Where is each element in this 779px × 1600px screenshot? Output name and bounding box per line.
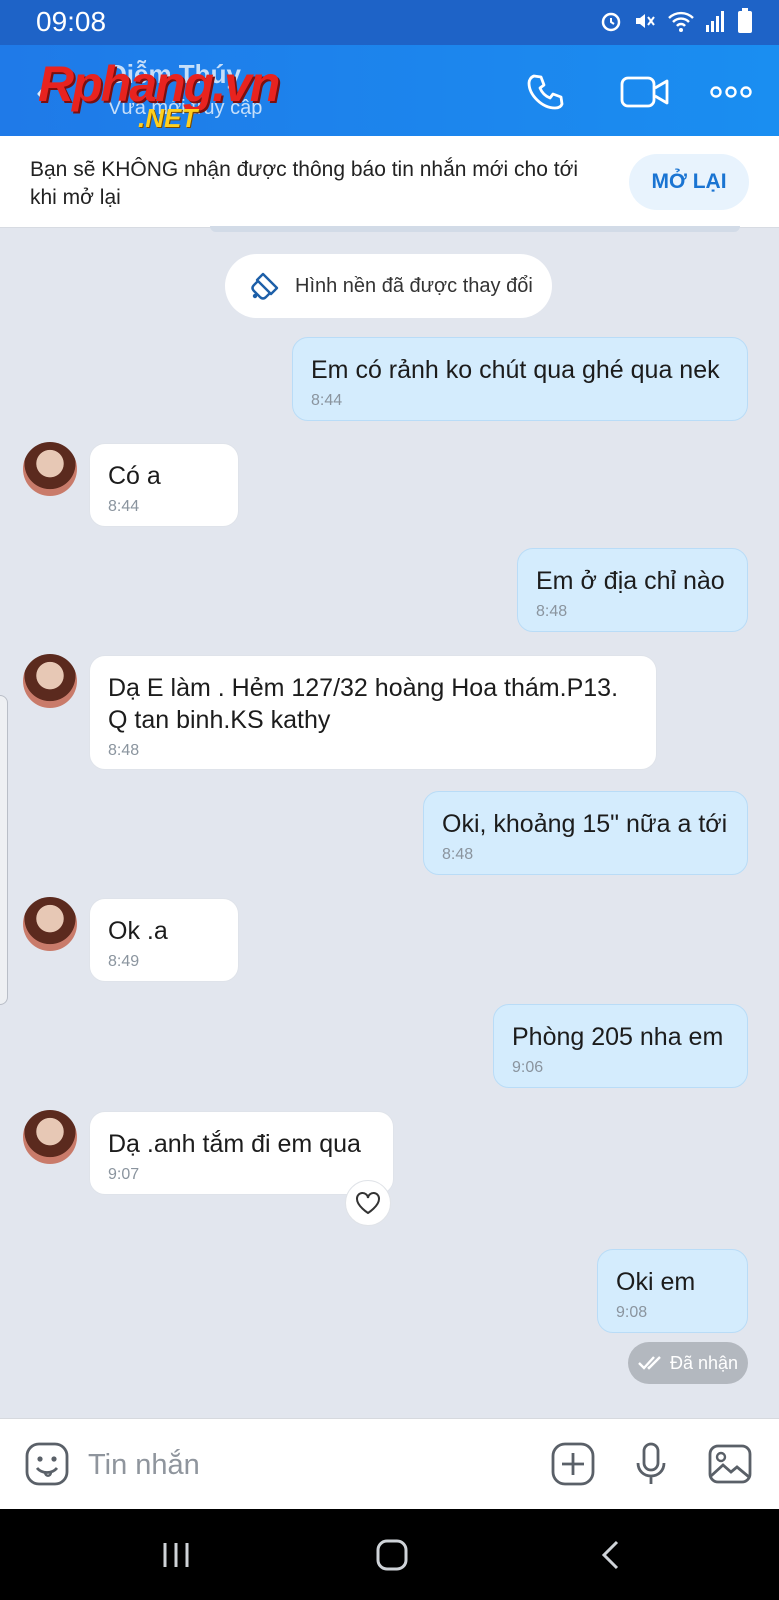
message-input[interactable] [86,1441,510,1489]
emoji-icon [25,1442,69,1486]
microphone-icon [636,1442,666,1484]
gallery-button[interactable] [707,1441,753,1487]
message-incoming[interactable]: Dạ E làm . Hẻm 127/32 hoàng Hoa thám.P13… [89,655,657,770]
message-time: 9:06 [512,1059,544,1076]
message-time: 8:48 [108,742,140,759]
message-time: 8:48 [536,603,568,620]
back-nav-button[interactable] [580,1535,640,1575]
sticker-button[interactable] [24,1441,70,1487]
message-text: Dạ E làm . Hẻm 127/32 hoàng Hoa thám.P13… [108,674,619,734]
delivery-status-text: Đã nhận [669,1352,739,1373]
message-text: Em có rảnh ko chút qua ghé qua nek [311,356,720,384]
contact-avatar[interactable] [23,442,77,496]
message-time: 8:48 [442,846,474,863]
message-incoming[interactable]: Dạ .anh tắm đi em qua 9:07 [89,1111,394,1195]
phone-icon [527,74,564,110]
message-outgoing[interactable]: Oki, khoảng 15" nữa a tới 8:48 [423,791,748,875]
message-outgoing[interactable]: Phòng 205 nha em 9:06 [493,1004,748,1088]
message-outgoing[interactable]: Em ở địa chỉ nào 8:48 [517,548,748,632]
system-message: Hình nền đã được thay đổi [225,254,552,318]
recent-apps-button[interactable] [146,1535,206,1575]
message-incoming[interactable]: Có a 8:44 [89,443,239,527]
double-check-icon [638,1356,661,1370]
message-time: 9:08 [616,1304,648,1321]
message-time: 9:07 [108,1166,140,1183]
battery-icon [738,8,752,33]
message-incoming[interactable]: Ok .a 8:49 [89,898,239,982]
system-nav-bar [0,1509,779,1600]
phone-button[interactable] [520,67,570,117]
scroll-shade [210,226,740,232]
message-composer [0,1418,779,1510]
plus-icon [551,1442,595,1486]
contact-avatar[interactable] [23,897,77,951]
home-button[interactable] [362,1535,422,1575]
add-button[interactable] [550,1441,596,1487]
heart-icon [356,1192,380,1215]
alarm-icon [601,12,621,32]
mute-notice: Bạn sẽ KHÔNG nhận được thông báo tin nhắ… [0,136,779,228]
more-button[interactable] [708,67,754,117]
voice-button[interactable] [628,1441,674,1487]
contact-avatar[interactable] [23,1110,77,1164]
home-icon [376,1539,408,1571]
message-text: Em ở địa chỉ nào [536,567,725,595]
message-text: Oki em [616,1268,696,1296]
video-call-button[interactable] [618,67,672,117]
message-text: Phòng 205 nha em [512,1023,724,1051]
message-time: 8:44 [108,498,140,515]
recent-apps-icon [163,1543,189,1567]
side-drawer-handle[interactable] [0,695,8,1005]
mute-notice-text: Bạn sẽ KHÔNG nhận được thông báo tin nhắ… [30,158,578,209]
message-time: 8:44 [311,392,343,409]
video-call-icon [620,76,669,108]
mute-icon [636,14,655,28]
message-text: Có a [108,462,161,490]
back-nav-icon [601,1540,619,1570]
status-icons [599,8,753,34]
message-text: Ok .a [108,917,168,945]
wifi-icon [668,11,694,32]
watermark-suffix: .NET [138,103,198,133]
reopen-button[interactable]: MỞ LẠI [629,154,749,210]
contact-avatar[interactable] [23,654,77,708]
chat-header: ‹ Diễm Thúy Vừa mới truy cập Rphang.vn .… [0,45,779,136]
status-time: 09:08 [36,6,107,37]
status-bar: 09:08 [0,0,779,45]
message-text: Dạ .anh tắm đi em qua [108,1130,361,1158]
delivery-status-badge: Đã nhận [628,1342,748,1384]
react-button[interactable] [345,1180,391,1226]
message-outgoing[interactable]: Em có rảnh ko chút qua ghé qua nek 8:44 [292,337,748,421]
system-message-text: Hình nền đã được thay đổi [295,274,533,297]
signal-icon [706,11,724,32]
image-icon [708,1444,752,1484]
paint-brush-icon [251,272,279,300]
watermark-logo: Rphang.vn .NET [38,55,280,135]
more-icon [710,86,752,98]
message-outgoing[interactable]: Oki em 9:08 [597,1249,748,1333]
message-text: Oki, khoảng 15" nữa a tới [442,810,728,838]
message-time: 8:49 [108,953,140,970]
